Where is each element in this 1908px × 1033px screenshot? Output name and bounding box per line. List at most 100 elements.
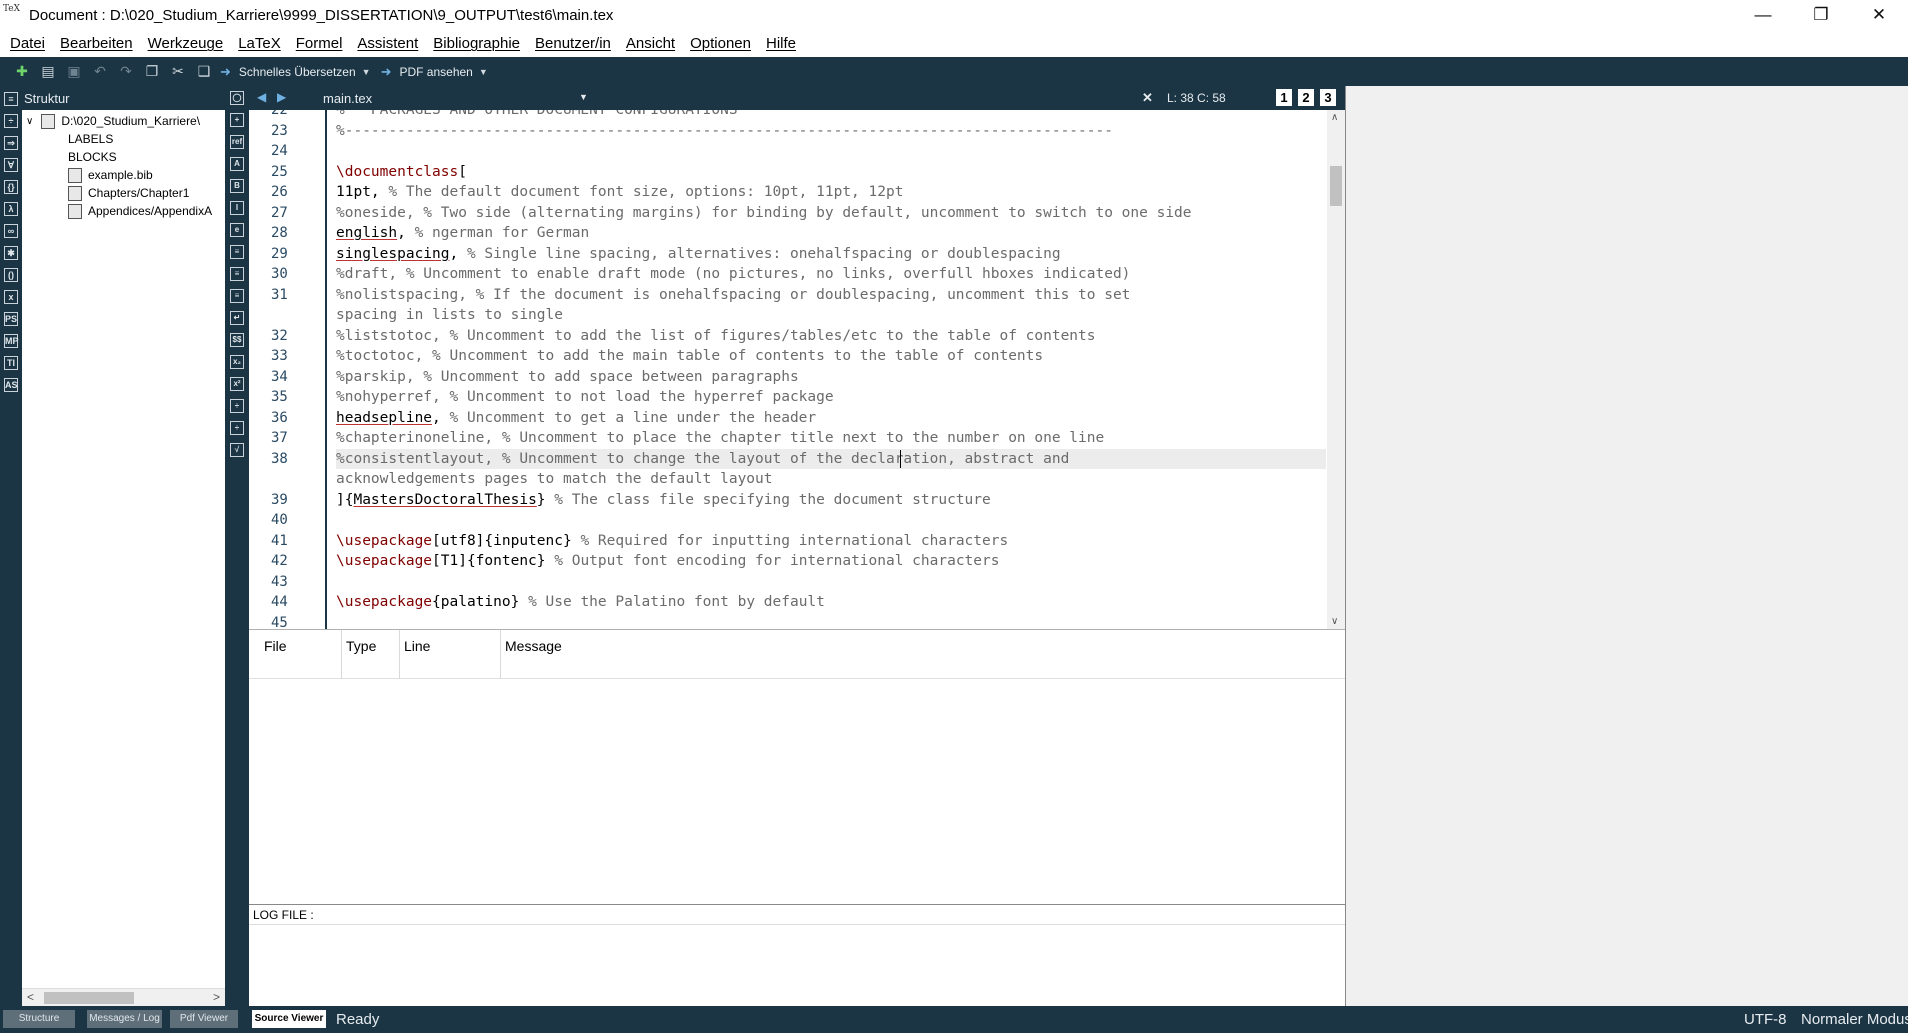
- fraction-icon[interactable]: ÷: [230, 399, 244, 413]
- column-message[interactable]: Message: [505, 638, 562, 654]
- arrow-icon[interactable]: ⇒: [4, 136, 18, 150]
- menu-item[interactable]: Bearbeiten: [60, 35, 133, 52]
- font-size-icon[interactable]: A: [230, 157, 244, 171]
- delimiter-icon[interactable]: ∀: [4, 158, 18, 172]
- code-line[interactable]: [336, 572, 1326, 592]
- editor-vscroll[interactable]: ∧ ∨: [1327, 110, 1345, 629]
- tab-pdf-viewer[interactable]: Pdf Viewer: [170, 1010, 238, 1028]
- insert-icon[interactable]: +: [230, 113, 244, 127]
- scroll-thumb[interactable]: [44, 992, 134, 1004]
- menu-item[interactable]: Hilfe: [766, 35, 796, 52]
- math-icon[interactable]: $$: [230, 333, 244, 347]
- code-line[interactable]: %chapterinoneline, % Uncomment to place …: [336, 428, 1326, 448]
- code-line[interactable]: \usepackage[T1]{fontenc} % Output font e…: [336, 551, 1326, 571]
- log-panel[interactable]: LOG FILE :: [249, 904, 1345, 1006]
- save-icon[interactable]: ▣: [64, 62, 84, 82]
- pdf-view-dropdown-icon[interactable]: ▼: [479, 67, 488, 77]
- ref-icon[interactable]: ref: [230, 135, 244, 149]
- bracket-icon[interactable]: (): [4, 268, 18, 282]
- code-line[interactable]: headsepline, % Uncomment to get a line u…: [336, 408, 1326, 428]
- code-editor[interactable]: 22 23 24 25 26 27 28 29 30 31 32 33 34 35 36 37 38 39 40 41…: [249, 110, 1345, 629]
- code-line[interactable]: %draft, % Uncomment to enable draft mode…: [336, 264, 1326, 284]
- code-line[interactable]: % PACKAGES AND OTHER DOCUMENT CONFIGURAT…: [336, 110, 1326, 120]
- view-2-button[interactable]: 2: [1298, 89, 1314, 106]
- structure-view-icon[interactable]: ≡: [4, 92, 18, 106]
- align-left-icon[interactable]: ≡: [230, 245, 244, 259]
- relation-icon[interactable]: ÷: [4, 114, 18, 128]
- cut-icon[interactable]: ✂: [168, 62, 188, 82]
- menu-item[interactable]: Benutzer/in: [535, 35, 611, 52]
- brace-icon[interactable]: {}: [4, 180, 18, 194]
- scroll-thumb[interactable]: [1330, 166, 1342, 206]
- asymptote-icon[interactable]: AS: [4, 378, 18, 392]
- toggle-panel-icon[interactable]: ◯: [230, 91, 244, 105]
- encoding-indicator[interactable]: UTF-8: [1744, 1011, 1787, 1028]
- next-document-icon[interactable]: ▶: [277, 90, 286, 104]
- document-tab[interactable]: main.tex: [323, 91, 372, 106]
- document-dropdown-icon[interactable]: ▼: [579, 92, 588, 102]
- code-line[interactable]: %parskip, % Uncomment to add space betwe…: [336, 367, 1326, 387]
- pstricks-icon[interactable]: PS: [4, 312, 18, 326]
- infinity-icon[interactable]: ∞: [4, 224, 18, 238]
- greek-icon[interactable]: λ: [4, 202, 18, 216]
- copy-icon[interactable]: ❐: [142, 62, 162, 82]
- code-line[interactable]: ]{MastersDoctoralThesis} % The class fil…: [336, 490, 1326, 510]
- menu-item[interactable]: Formel: [296, 35, 343, 52]
- chevron-down-icon[interactable]: ∨: [26, 116, 33, 127]
- code-line[interactable]: \usepackage{palatino} % Use the Palatino…: [336, 592, 1326, 612]
- code-line[interactable]: \documentclass[: [336, 162, 1326, 182]
- previous-document-icon[interactable]: ◀: [257, 90, 266, 104]
- menu-item[interactable]: Ansicht: [626, 35, 675, 52]
- code-line[interactable]: english, % ngerman for German: [336, 223, 1326, 243]
- tree-item-chapter[interactable]: Chapters/Chapter1: [22, 184, 225, 202]
- scroll-right-icon[interactable]: >: [213, 990, 220, 1004]
- code-line[interactable]: %---------------------------------------…: [336, 121, 1326, 141]
- menu-item[interactable]: Bibliographie: [433, 35, 520, 52]
- structure-hscroll[interactable]: < >: [22, 988, 225, 1006]
- align-center-icon[interactable]: ≡: [230, 267, 244, 281]
- scroll-up-icon[interactable]: ∧: [1331, 112, 1338, 123]
- italic-icon[interactable]: I: [230, 201, 244, 215]
- emph-icon[interactable]: e: [230, 223, 244, 237]
- superscript-icon[interactable]: x²: [230, 377, 244, 391]
- new-file-icon[interactable]: ✚: [12, 62, 32, 82]
- tikz-icon[interactable]: TI: [4, 356, 18, 370]
- scroll-down-icon[interactable]: ∨: [1331, 616, 1338, 627]
- code-line[interactable]: singlespacing, % Single line spacing, al…: [336, 244, 1326, 264]
- tab-source-viewer[interactable]: Source Viewer: [252, 1010, 326, 1028]
- code-line[interactable]: [336, 510, 1326, 530]
- tab-messages-log[interactable]: Messages / Log: [87, 1010, 162, 1028]
- code-line[interactable]: %nohyperref, % Uncomment to not load the…: [336, 387, 1326, 407]
- tree-item-bib[interactable]: example.bib: [22, 166, 225, 184]
- asterisk-icon[interactable]: ✱: [4, 246, 18, 260]
- undo-icon[interactable]: ↶: [90, 62, 110, 82]
- code-line[interactable]: spacing in lists to single: [336, 305, 1326, 325]
- code-line[interactable]: [336, 141, 1326, 161]
- redo-icon[interactable]: ↷: [116, 62, 136, 82]
- open-file-icon[interactable]: ▤: [38, 62, 58, 82]
- code-line[interactable]: \usepackage[utf8]{inputenc} % Required f…: [336, 531, 1326, 551]
- sqrt-icon[interactable]: √: [230, 443, 244, 457]
- align-right-icon[interactable]: ≡: [230, 289, 244, 303]
- minimize-icon[interactable]: —: [1734, 0, 1792, 30]
- view-3-button[interactable]: 3: [1320, 89, 1336, 106]
- tree-root[interactable]: ∨ D:\020_Studium_Karriere\: [22, 112, 225, 130]
- column-line[interactable]: Line: [404, 638, 430, 654]
- close-document-icon[interactable]: ✕: [1142, 90, 1153, 106]
- menu-item[interactable]: Werkzeuge: [148, 35, 224, 52]
- paste-icon[interactable]: ❑: [194, 62, 214, 82]
- code-line[interactable]: 11pt, % The default document font size, …: [336, 182, 1326, 202]
- menu-item[interactable]: Optionen: [690, 35, 751, 52]
- maximize-icon[interactable]: ❐: [1792, 0, 1850, 30]
- scroll-left-icon[interactable]: <: [27, 990, 34, 1004]
- quick-build-label[interactable]: Schnelles Übersetzen: [239, 65, 356, 79]
- tab-structure[interactable]: Structure: [3, 1010, 75, 1028]
- subscript-icon[interactable]: x₂: [230, 355, 244, 369]
- column-file[interactable]: File: [264, 638, 287, 654]
- code-line[interactable]: %oneside, % Two side (alternating margin…: [336, 203, 1326, 223]
- code-line[interactable]: [336, 613, 1326, 629]
- close-icon[interactable]: ✕: [1850, 0, 1908, 30]
- tree-item-blocks[interactable]: BLOCKS: [22, 148, 225, 166]
- code-line[interactable]: %nolistspacing, % If the document is one…: [336, 285, 1326, 305]
- tree-item-appendix[interactable]: Appendices/AppendixA: [22, 202, 225, 220]
